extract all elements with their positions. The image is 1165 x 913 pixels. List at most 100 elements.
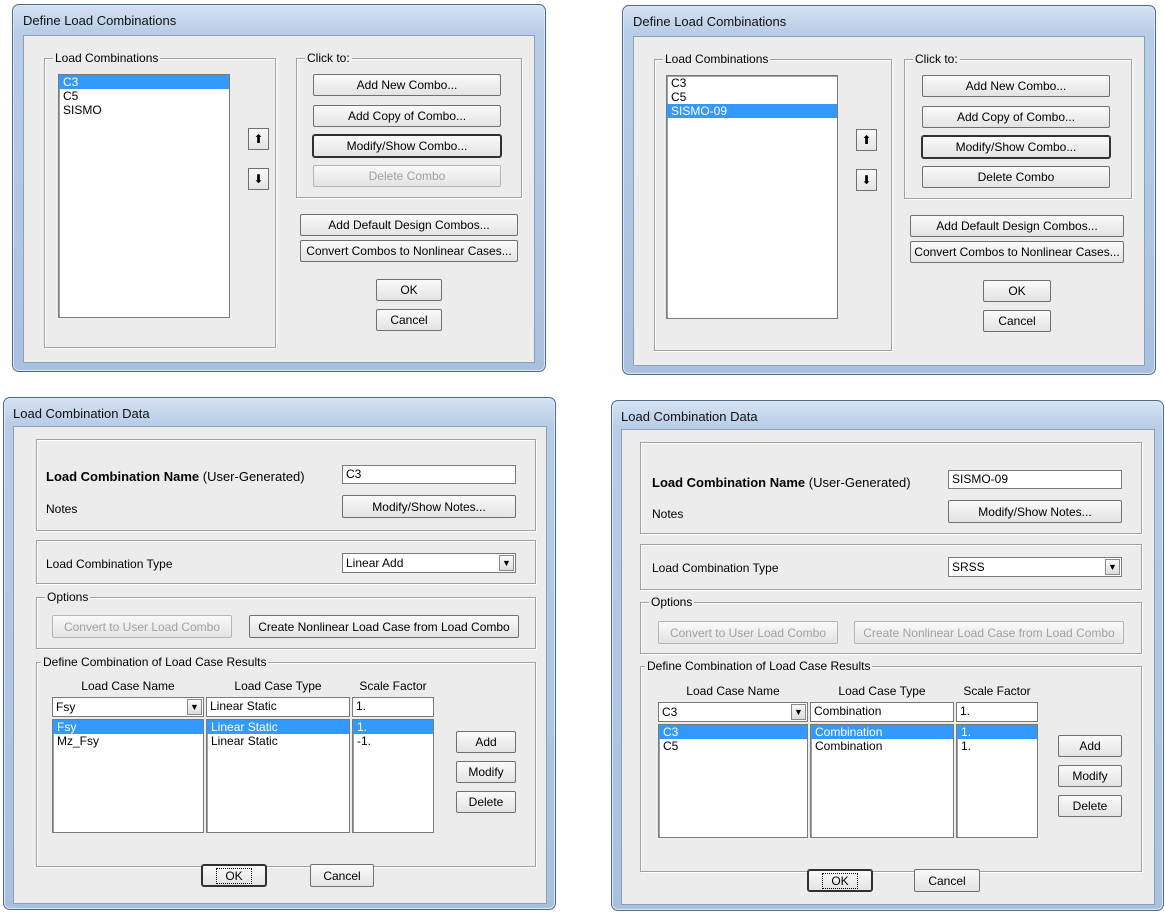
column-header-load-case-name: Load Case Name xyxy=(81,679,175,693)
ok-button[interactable]: OK xyxy=(983,280,1051,302)
load-combinations-list[interactable]: C3 C5 SISMO xyxy=(58,74,230,318)
dropdown-arrow-icon[interactable]: ▼ xyxy=(187,699,202,715)
dialog-body: Load Combinations C3 C5 SISMO-09 ⬆ ⬇ Cli… xyxy=(633,36,1145,366)
load-case-name-select[interactable]: Fsy ▼ xyxy=(52,697,204,717)
scale-factor-list[interactable]: 1. 1. xyxy=(956,724,1038,838)
load-combination-data-window-1: Load Combination Data Load Combination N… xyxy=(3,397,556,910)
cancel-button[interactable]: Cancel xyxy=(376,309,442,331)
ok-button-label: OK xyxy=(216,868,252,884)
convert-to-user-load-combo-button[interactable]: Convert to User Load Combo xyxy=(658,621,838,644)
group-label: Load Combinations xyxy=(53,51,161,65)
combo-name-input[interactable]: C3 xyxy=(342,465,516,484)
add-button[interactable]: Add xyxy=(1058,735,1122,757)
scale-factor-list[interactable]: 1. -1. xyxy=(352,719,434,833)
move-up-arrow-icon[interactable]: ⬆ xyxy=(248,128,269,150)
add-button[interactable]: Add xyxy=(456,731,516,753)
group-label: Options xyxy=(649,595,695,609)
list-item[interactable]: SISMO xyxy=(59,103,229,117)
modify-button[interactable]: Modify xyxy=(456,761,516,783)
load-case-type-field: Combination xyxy=(810,702,954,722)
ok-button[interactable]: OK xyxy=(202,865,266,886)
add-default-design-combos-button[interactable]: Add Default Design Combos... xyxy=(910,215,1124,237)
combo-name-label: Load Combination Name (User-Generated) xyxy=(46,469,305,484)
cancel-button[interactable]: Cancel xyxy=(310,864,374,887)
combo-name-label-suffix: (User-Generated) xyxy=(199,469,305,484)
notes-label: Notes xyxy=(652,507,684,521)
column-header-scale-factor: Scale Factor xyxy=(359,679,427,693)
convert-combos-to-nonlinear-button[interactable]: Convert Combos to Nonlinear Cases... xyxy=(910,241,1124,263)
dropdown-arrow-icon[interactable]: ▼ xyxy=(499,555,514,571)
convert-to-user-load-combo-button[interactable]: Convert to User Load Combo xyxy=(52,615,232,638)
scale-factor-input[interactable]: 1. xyxy=(956,702,1038,722)
table-row-name[interactable]: Mz_Fsy xyxy=(53,734,203,748)
table-row-type-selected[interactable]: Combination xyxy=(811,725,953,739)
combo-type-label: Load Combination Type xyxy=(652,561,779,575)
column-header-load-case-type: Load Case Type xyxy=(838,684,926,698)
table-row-scale-selected[interactable]: 1. xyxy=(353,720,433,734)
add-default-design-combos-button[interactable]: Add Default Design Combos... xyxy=(300,214,518,236)
load-case-type-field: Linear Static xyxy=(206,697,350,717)
combo-name-label-suffix: (User-Generated) xyxy=(805,475,911,490)
add-copy-of-combo-button[interactable]: Add Copy of Combo... xyxy=(313,105,501,127)
table-row-type[interactable]: Linear Static xyxy=(207,734,349,748)
list-item[interactable]: C5 xyxy=(667,90,837,104)
load-case-name-list[interactable]: C3 C5 xyxy=(658,724,808,838)
define-load-combinations-window-1: Define Load Combinations Load Combinatio… xyxy=(12,4,546,372)
combo-type-value: Linear Add xyxy=(346,556,404,570)
table-row-scale-selected[interactable]: 1. xyxy=(957,725,1037,739)
table-row-type[interactable]: Combination xyxy=(811,739,953,753)
load-combination-data-window-2: Load Combination Data Load Combination N… xyxy=(611,400,1164,911)
list-item[interactable]: C5 xyxy=(59,89,229,103)
ok-button-label: OK xyxy=(822,873,858,889)
create-nonlinear-load-case-button[interactable]: Create Nonlinear Load Case from Load Com… xyxy=(854,621,1124,644)
modify-show-notes-button[interactable]: Modify/Show Notes... xyxy=(342,495,516,518)
delete-combo-button[interactable]: Delete Combo xyxy=(313,165,501,187)
cancel-button[interactable]: Cancel xyxy=(914,869,980,892)
list-item-selected[interactable]: SISMO-09 xyxy=(667,104,837,118)
table-row-name[interactable]: C5 xyxy=(659,739,807,753)
table-row-scale[interactable]: -1. xyxy=(353,734,433,748)
group-label: Click to: xyxy=(913,52,960,66)
combo-type-label: Load Combination Type xyxy=(46,557,173,571)
modify-show-combo-button[interactable]: Modify/Show Combo... xyxy=(922,136,1110,158)
combo-name-input[interactable]: SISMO-09 xyxy=(948,470,1122,489)
move-up-arrow-icon[interactable]: ⬆ xyxy=(856,129,877,151)
table-row-scale[interactable]: 1. xyxy=(957,739,1037,753)
load-case-name-list[interactable]: Fsy Mz_Fsy xyxy=(52,719,204,833)
table-row-type-selected[interactable]: Linear Static xyxy=(207,720,349,734)
group-label: Options xyxy=(45,590,91,604)
list-item[interactable]: C3 xyxy=(667,76,837,90)
modify-show-combo-button[interactable]: Modify/Show Combo... xyxy=(313,135,501,157)
modify-button[interactable]: Modify xyxy=(1058,765,1122,787)
table-row-name-selected[interactable]: Fsy xyxy=(53,720,203,734)
table-row-name-selected[interactable]: C3 xyxy=(659,725,807,739)
ok-button[interactable]: OK xyxy=(376,279,442,301)
delete-button[interactable]: Delete xyxy=(1058,795,1122,817)
combo-type-select[interactable]: SRSS ▼ xyxy=(948,557,1122,577)
dropdown-arrow-icon[interactable]: ▼ xyxy=(791,704,806,720)
cancel-button[interactable]: Cancel xyxy=(983,310,1051,332)
convert-combos-to-nonlinear-button[interactable]: Convert Combos to Nonlinear Cases... xyxy=(300,240,518,262)
group-label: Define Combination of Load Case Results xyxy=(645,659,873,673)
move-down-arrow-icon[interactable]: ⬇ xyxy=(856,169,877,191)
combo-name-label-bold: Load Combination Name xyxy=(652,475,806,490)
load-case-name-select[interactable]: C3 ▼ xyxy=(658,702,808,722)
load-case-type-list[interactable]: Linear Static Linear Static xyxy=(206,719,350,833)
delete-combo-button[interactable]: Delete Combo xyxy=(922,166,1110,188)
dialog-body: Load Combination Name (User-Generated) S… xyxy=(621,429,1155,905)
add-new-combo-button[interactable]: Add New Combo... xyxy=(922,75,1110,97)
move-down-arrow-icon[interactable]: ⬇ xyxy=(248,168,269,190)
add-copy-of-combo-button[interactable]: Add Copy of Combo... xyxy=(922,106,1110,128)
create-nonlinear-load-case-button[interactable]: Create Nonlinear Load Case from Load Com… xyxy=(249,615,519,638)
combo-type-select[interactable]: Linear Add ▼ xyxy=(342,553,516,573)
scale-factor-input[interactable]: 1. xyxy=(352,697,434,717)
modify-show-notes-button[interactable]: Modify/Show Notes... xyxy=(948,500,1122,523)
dropdown-arrow-icon[interactable]: ▼ xyxy=(1105,559,1120,575)
ok-button[interactable]: OK xyxy=(808,870,872,891)
delete-button[interactable]: Delete xyxy=(456,791,516,813)
list-item-selected[interactable]: C3 xyxy=(59,75,229,89)
load-case-type-list[interactable]: Combination Combination xyxy=(810,724,954,838)
window-title: Load Combination Data xyxy=(13,406,150,421)
load-combinations-list[interactable]: C3 C5 SISMO-09 xyxy=(666,75,838,319)
add-new-combo-button[interactable]: Add New Combo... xyxy=(313,74,501,96)
